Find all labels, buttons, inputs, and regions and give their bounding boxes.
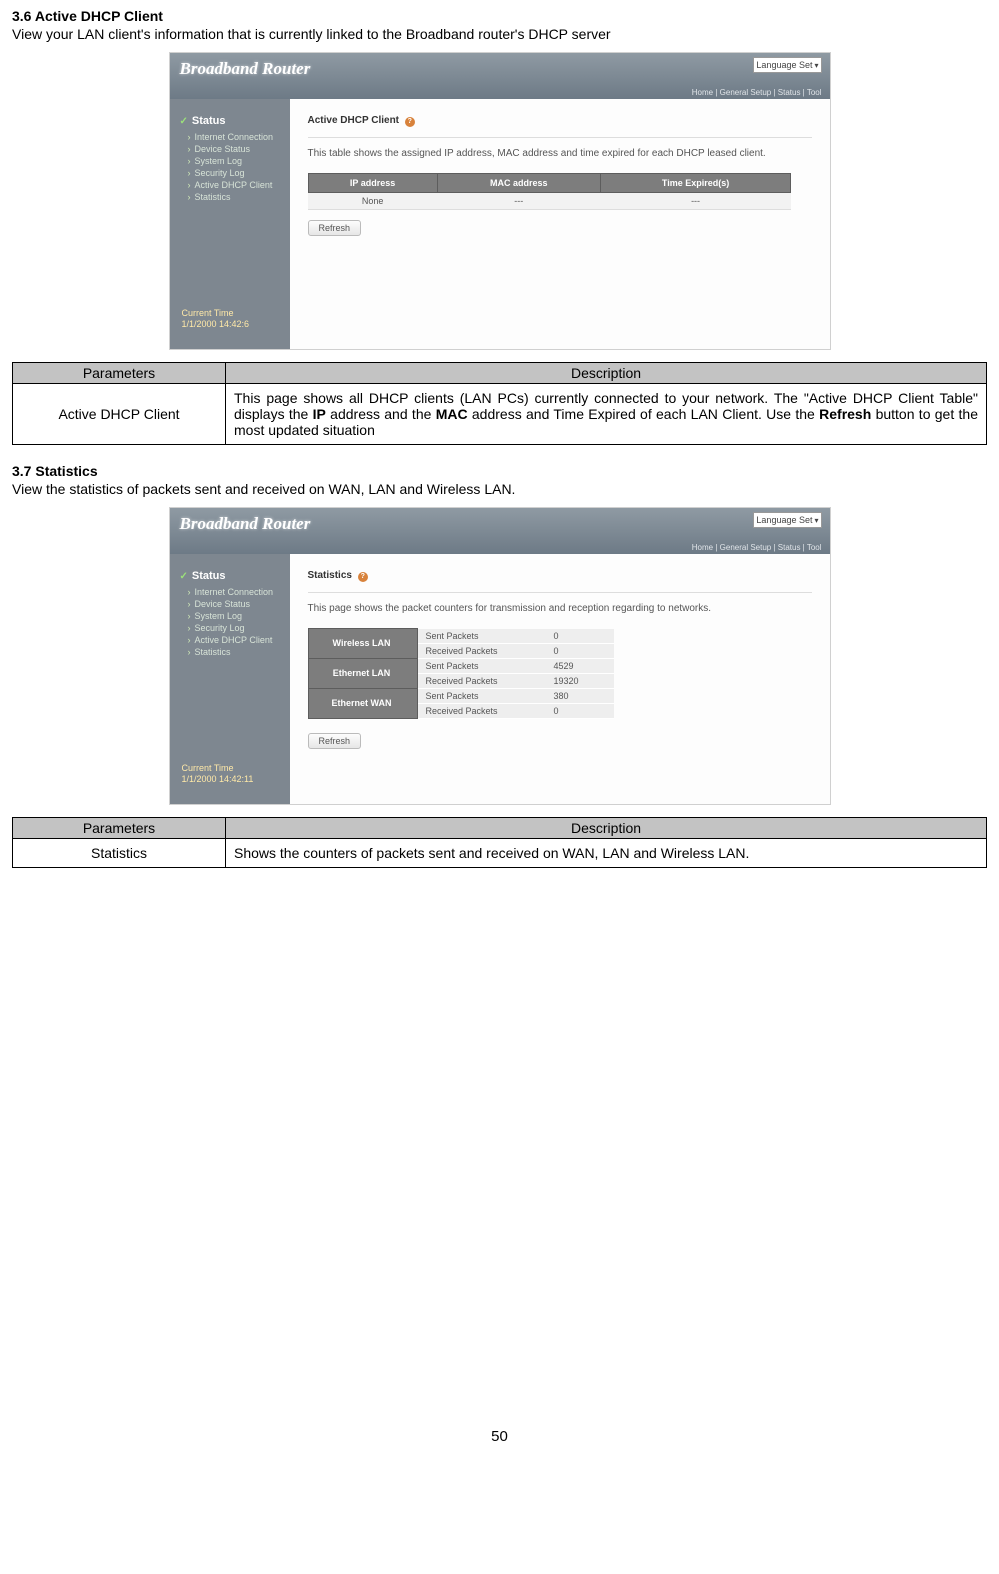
dhcp-th-ip: IP address (308, 174, 437, 193)
stats-v: 19320 (546, 673, 614, 688)
time-label: Current Time (182, 763, 290, 775)
ptable-cell-name: Statistics (13, 839, 226, 868)
sidebar: Status Internet Connection Device Status… (170, 99, 290, 349)
stats-group-wan: Ethernet WAN (308, 688, 417, 718)
stats-group-wlan: Wireless LAN (308, 629, 417, 659)
ptable-h-desc: Description (226, 818, 987, 839)
sidebar-item-internet[interactable]: Internet Connection (170, 586, 290, 598)
sidebar-item-internet[interactable]: Internet Connection (170, 131, 290, 143)
stats-v: 0 (546, 629, 614, 644)
desc-text: address and Time Expired of each LAN Cli… (468, 406, 820, 422)
panel-title-text: Statistics (308, 570, 352, 581)
header-crumbs: Home | General Setup | Status | Tool (692, 543, 822, 552)
sidebar-time: Current Time 1/1/2000 14:42:11 (170, 763, 290, 804)
sidebar: Status Internet Connection Device Status… (170, 554, 290, 804)
sidebar-status-heading[interactable]: Status (170, 113, 290, 131)
section-intro-dhcp: View your LAN client's information that … (12, 26, 987, 42)
router-screenshot-dhcp: Broadband Router Language Set ▾ Home | G… (169, 52, 831, 350)
language-selector[interactable]: Language Set ▾ (753, 512, 821, 528)
stats-k: Sent Packets (417, 658, 546, 673)
language-selector[interactable]: Language Set ▾ (753, 57, 821, 73)
stats-v: 0 (546, 643, 614, 658)
panel-title-stats: Statistics ? (308, 570, 812, 588)
sidebar-time: Current Time 1/1/2000 14:42:6 (170, 308, 290, 349)
stats-group-lan: Ethernet LAN (308, 658, 417, 688)
time-value: 1/1/2000 14:42:11 (182, 774, 290, 786)
dhcp-client-table: IP address MAC address Time Expired(s) N… (308, 173, 792, 210)
stats-k: Sent Packets (417, 629, 546, 644)
header-crumbs: Home | General Setup | Status | Tool (692, 88, 822, 97)
content-dhcp: Active DHCP Client ? This table shows th… (290, 99, 830, 349)
sidebar-item-dhcp[interactable]: Active DHCP Client (170, 179, 290, 191)
panel-desc-dhcp: This table shows the assigned IP address… (308, 148, 812, 159)
stats-k: Received Packets (417, 703, 546, 718)
dhcp-cell-time: --- (600, 193, 791, 210)
language-label: Language Set (756, 515, 812, 525)
sidebar-item-dhcp[interactable]: Active DHCP Client (170, 634, 290, 646)
language-label: Language Set (756, 60, 812, 70)
sidebar-item-stats[interactable]: Statistics (170, 191, 290, 203)
dhcp-th-mac: MAC address (437, 174, 600, 193)
ptable-cell-name: Active DHCP Client (13, 384, 226, 445)
section-title-dhcp: 3.6 Active DHCP Client (12, 8, 987, 24)
desc-bold-refresh: Refresh (819, 406, 871, 422)
desc-bold-mac: MAC (436, 406, 468, 422)
divider (308, 592, 812, 593)
panel-title-dhcp: Active DHCP Client ? (308, 115, 812, 133)
stats-v: 0 (546, 703, 614, 718)
sidebar-item-syslog[interactable]: System Log (170, 155, 290, 167)
router-screenshot-stats: Broadband Router Language Set ▾ Home | G… (169, 507, 831, 805)
sidebar-item-seclog[interactable]: Security Log (170, 167, 290, 179)
ptable-h-params: Parameters (13, 818, 226, 839)
time-value: 1/1/2000 14:42:6 (182, 319, 290, 331)
ptable-cell-desc: This page shows all DHCP clients (LAN PC… (226, 384, 987, 445)
section-title-stats: 3.7 Statistics (12, 463, 987, 479)
stats-k: Received Packets (417, 643, 546, 658)
stats-v: 4529 (546, 658, 614, 673)
stats-k: Sent Packets (417, 688, 546, 703)
ptable-h-params: Parameters (13, 363, 226, 384)
router-brand: Broadband Router (170, 53, 830, 79)
router-brand: Broadband Router (170, 508, 830, 534)
dhcp-cell-mac: --- (437, 193, 600, 210)
chevron-down-icon: ▾ (814, 516, 818, 525)
sidebar-item-device[interactable]: Device Status (170, 598, 290, 610)
sidebar-status-heading[interactable]: Status (170, 568, 290, 586)
desc-bold-ip: IP (313, 406, 326, 422)
chevron-down-icon: ▾ (814, 61, 818, 70)
stats-k: Received Packets (417, 673, 546, 688)
time-label: Current Time (182, 308, 290, 320)
content-stats: Statistics ? This page shows the packet … (290, 554, 830, 804)
param-table-dhcp: Parameters Description Active DHCP Clien… (12, 362, 987, 445)
panel-desc-stats: This page shows the packet counters for … (308, 603, 812, 614)
sidebar-item-stats[interactable]: Statistics (170, 646, 290, 658)
router-header: Broadband Router Language Set ▾ Home | G… (170, 508, 830, 554)
refresh-button[interactable]: Refresh (308, 220, 362, 236)
panel-title-text: Active DHCP Client (308, 115, 400, 126)
ptable-cell-desc: Shows the counters of packets sent and r… (226, 839, 987, 868)
desc-text: address and the (326, 406, 436, 422)
sidebar-item-device[interactable]: Device Status (170, 143, 290, 155)
dhcp-row: None --- --- (308, 193, 791, 210)
help-icon[interactable]: ? (405, 117, 415, 127)
divider (308, 137, 812, 138)
statistics-table: Wireless LAN Sent Packets 0 Received Pac… (308, 628, 614, 719)
ptable-h-desc: Description (226, 363, 987, 384)
dhcp-th-time: Time Expired(s) (600, 174, 791, 193)
page-number: 50 (12, 1428, 987, 1445)
section-intro-stats: View the statistics of packets sent and … (12, 481, 987, 497)
router-header: Broadband Router Language Set ▾ Home | G… (170, 53, 830, 99)
refresh-button[interactable]: Refresh (308, 733, 362, 749)
stats-v: 380 (546, 688, 614, 703)
dhcp-cell-ip: None (308, 193, 437, 210)
sidebar-item-seclog[interactable]: Security Log (170, 622, 290, 634)
help-icon[interactable]: ? (358, 572, 368, 582)
sidebar-item-syslog[interactable]: System Log (170, 610, 290, 622)
param-table-stats: Parameters Description Statistics Shows … (12, 817, 987, 868)
